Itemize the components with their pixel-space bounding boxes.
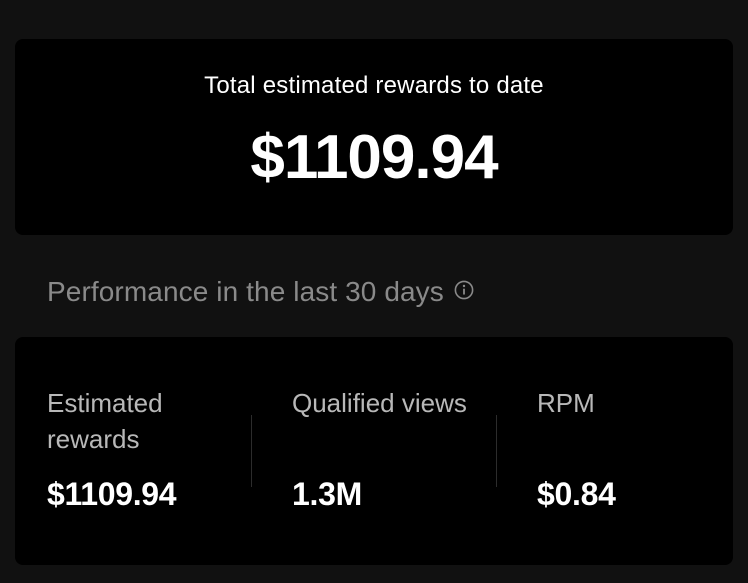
performance-stats-card: Estimated rewards $1109.94 Qualified vie… bbox=[15, 337, 733, 565]
stat-value: 1.3M bbox=[292, 476, 362, 512]
total-rewards-label: Total estimated rewards to date bbox=[204, 72, 544, 99]
stat-estimated-rewards: Estimated rewards $1109.94 bbox=[15, 337, 251, 565]
stat-value: $1109.94 bbox=[47, 476, 177, 512]
creator-rewards-page: Total estimated rewards to date $1109.94… bbox=[0, 0, 748, 583]
total-rewards-value: $1109.94 bbox=[250, 123, 498, 192]
stat-label: Qualified views bbox=[292, 388, 467, 418]
performance-section-header: Performance in the last 30 days bbox=[47, 276, 474, 308]
stat-divider bbox=[496, 415, 497, 487]
stat-rpm: RPM $0.84 bbox=[505, 337, 733, 565]
stat-value: $0.84 bbox=[537, 476, 616, 512]
stat-label: RPM bbox=[537, 388, 595, 418]
stat-divider bbox=[251, 415, 252, 487]
stat-qualified-views: Qualified views 1.3M bbox=[260, 337, 496, 565]
performance-title: Performance in the last 30 days bbox=[47, 276, 444, 307]
total-rewards-card: Total estimated rewards to date $1109.94 bbox=[15, 39, 733, 235]
info-icon[interactable] bbox=[454, 280, 474, 300]
stat-label: Estimated rewards bbox=[47, 388, 163, 454]
